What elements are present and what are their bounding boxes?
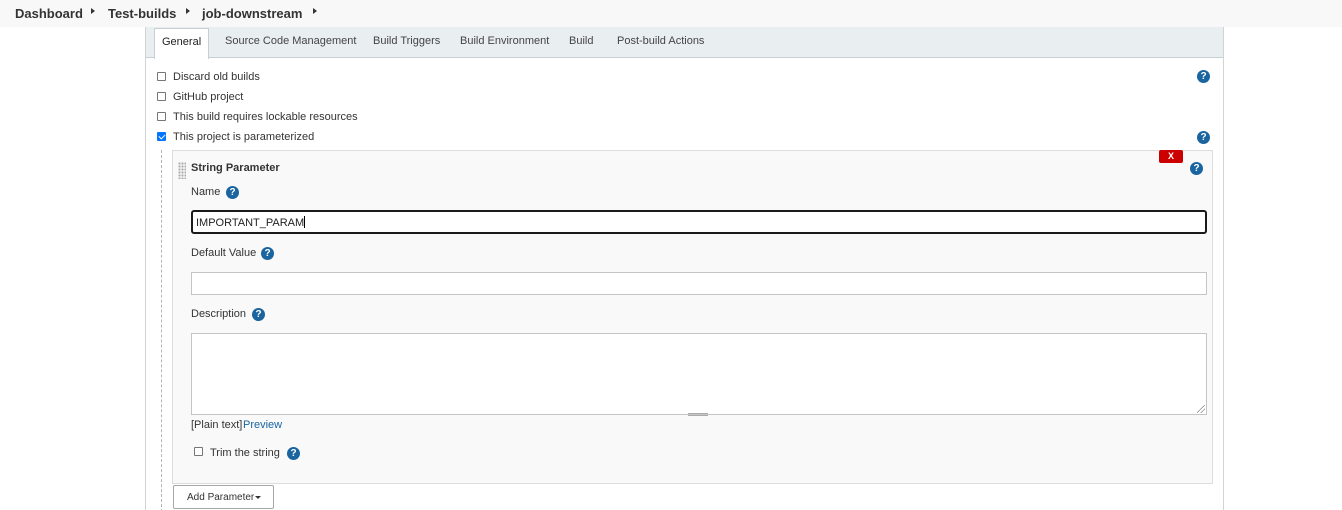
- tab-post-build-actions[interactable]: Post-build Actions: [617, 35, 704, 47]
- help-icon[interactable]: ?: [287, 447, 300, 460]
- help-icon[interactable]: ?: [226, 186, 239, 199]
- plain-text-label: [Plain text]: [191, 419, 243, 431]
- string-parameter-block: String Parameter X ? Name ? IMPORTANT_PA…: [172, 150, 1213, 484]
- dropdown-caret-icon: [255, 496, 261, 499]
- help-icon[interactable]: ?: [1197, 70, 1210, 83]
- breadcrumb: Dashboard Test-builds job-downstream: [0, 0, 1342, 27]
- add-parameter-label: Add Parameter: [187, 492, 255, 503]
- help-icon[interactable]: ?: [261, 247, 274, 260]
- tab-general[interactable]: General: [154, 28, 210, 59]
- lockable-resources-label[interactable]: This build requires lockable resources: [173, 111, 358, 123]
- delete-parameter-button[interactable]: X: [1159, 150, 1183, 163]
- discard-old-builds-checkbox[interactable]: [157, 72, 166, 81]
- caret-right-icon[interactable]: [91, 8, 95, 14]
- resize-grip-icon[interactable]: [1197, 405, 1205, 413]
- textarea-resize-handle[interactable]: [688, 413, 708, 416]
- parameter-nest-line: [161, 150, 162, 510]
- string-parameter-title: String Parameter: [191, 162, 280, 174]
- caret-right-icon[interactable]: [313, 8, 317, 14]
- breadcrumb-test-builds[interactable]: Test-builds: [108, 6, 176, 21]
- text-caret: [304, 216, 306, 228]
- lockable-resources-checkbox[interactable]: [157, 112, 166, 121]
- tab-build[interactable]: Build: [569, 35, 593, 47]
- default-value-label: Default Value: [191, 247, 257, 259]
- trim-string-checkbox[interactable]: [194, 447, 203, 456]
- breadcrumb-job-downstream[interactable]: job-downstream: [202, 6, 302, 21]
- tab-build-triggers[interactable]: Build Triggers: [373, 35, 440, 47]
- default-value-input[interactable]: [191, 272, 1207, 295]
- parameterized-label[interactable]: This project is parameterized: [173, 131, 314, 143]
- preview-link[interactable]: Preview: [243, 419, 282, 431]
- config-tab-bar: General Source Code Management Build Tri…: [146, 27, 1223, 59]
- description-label: Description: [191, 308, 247, 320]
- breadcrumb-dashboard[interactable]: Dashboard: [15, 6, 83, 21]
- name-input-value: IMPORTANT_PARAM: [196, 217, 305, 229]
- name-input[interactable]: IMPORTANT_PARAM: [191, 210, 1207, 234]
- github-project-label[interactable]: GitHub project: [173, 91, 243, 103]
- discard-old-builds-label[interactable]: Discard old builds: [173, 71, 260, 83]
- name-label: Name: [191, 186, 221, 198]
- trim-string-label[interactable]: Trim the string: [210, 447, 280, 459]
- tab-build-environment[interactable]: Build Environment: [460, 35, 549, 47]
- description-textarea[interactable]: [191, 333, 1207, 416]
- parameterized-checkbox[interactable]: [157, 132, 166, 141]
- tab-source-code-management[interactable]: Source Code Management: [225, 35, 356, 47]
- help-icon[interactable]: ?: [1197, 131, 1210, 144]
- caret-right-icon[interactable]: [186, 8, 190, 14]
- github-project-checkbox[interactable]: [157, 92, 166, 101]
- drag-handle-icon[interactable]: [178, 162, 186, 179]
- add-parameter-button[interactable]: Add Parameter: [173, 485, 274, 509]
- help-icon[interactable]: ?: [252, 308, 265, 321]
- help-icon[interactable]: ?: [1190, 162, 1203, 175]
